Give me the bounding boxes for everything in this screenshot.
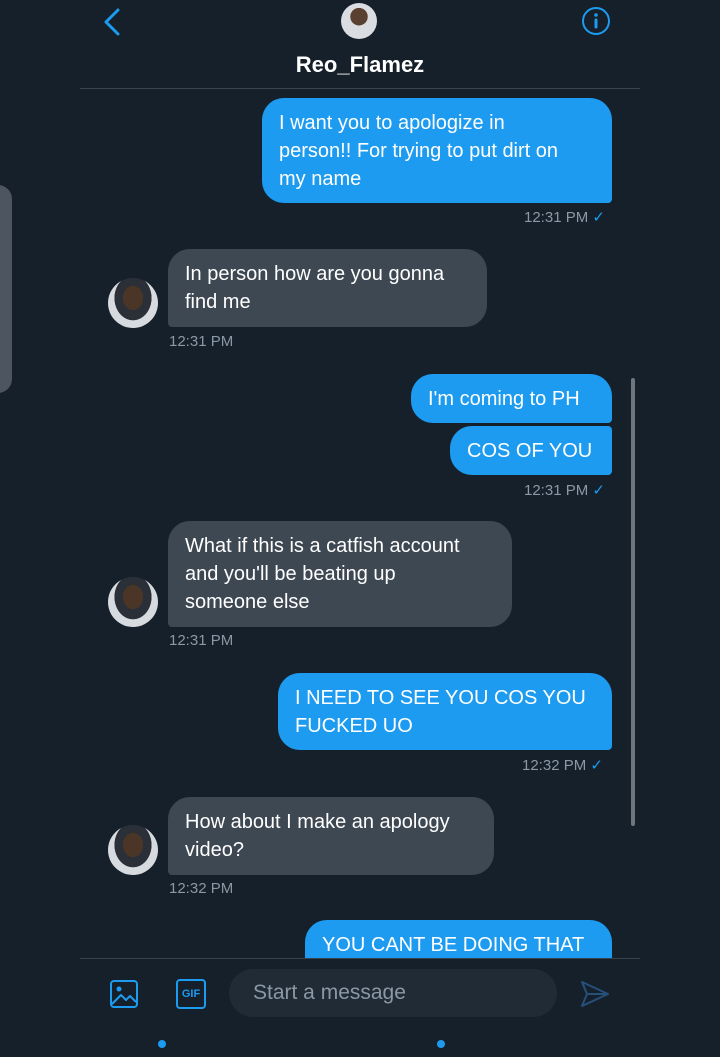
message-bubble-outgoing[interactable]: COS OF YOU bbox=[450, 426, 612, 475]
image-icon[interactable] bbox=[109, 979, 139, 1009]
composer-bar: GIF Start a message bbox=[0, 958, 720, 1057]
message-bubble-outgoing[interactable]: I want you to apologize in person!! For … bbox=[262, 98, 612, 203]
message-bubble-outgoing[interactable]: I'm coming to PH bbox=[411, 374, 612, 423]
tab-notification-dot bbox=[158, 1040, 166, 1048]
scrollbar[interactable] bbox=[631, 378, 635, 826]
message-input[interactable]: Start a message bbox=[229, 969, 557, 1017]
message-timestamp: 12:31 PM bbox=[169, 333, 234, 350]
read-check-icon: ✓ bbox=[590, 757, 603, 774]
gif-button[interactable]: GIF bbox=[176, 979, 206, 1009]
read-check-icon: ✓ bbox=[592, 482, 605, 499]
gif-label: GIF bbox=[181, 988, 201, 1000]
sender-avatar[interactable] bbox=[108, 577, 158, 627]
message-bubble-incoming[interactable]: What if this is a catfish account and yo… bbox=[168, 521, 512, 627]
read-check-icon: ✓ bbox=[592, 209, 605, 226]
send-icon[interactable] bbox=[579, 979, 611, 1009]
info-icon[interactable] bbox=[581, 6, 611, 36]
message-timestamp: 12:31 PM ✓ bbox=[524, 209, 605, 226]
contact-avatar[interactable] bbox=[341, 3, 377, 39]
message-timestamp: 12:31 PM bbox=[169, 632, 234, 649]
message-bubble-outgoing[interactable]: I NEED TO SEE YOU COS YOU FUCKED UO bbox=[278, 673, 612, 750]
message-bubble-incoming[interactable]: In person how are you gonna find me bbox=[168, 249, 487, 327]
message-timestamp: 12:32 PM bbox=[169, 880, 234, 897]
back-arrow-icon[interactable] bbox=[100, 6, 128, 38]
sender-avatar[interactable] bbox=[108, 825, 158, 875]
message-timestamp: 12:32 PM ✓ bbox=[522, 757, 603, 774]
message-bubble-incoming[interactable]: How about I make an apology video? bbox=[168, 797, 494, 875]
composer-divider bbox=[80, 958, 640, 959]
sender-avatar[interactable] bbox=[108, 278, 158, 328]
edge-handle[interactable] bbox=[0, 185, 12, 393]
contact-name[interactable]: Reo_Flamez bbox=[0, 52, 720, 78]
tab-notification-dot bbox=[437, 1040, 445, 1048]
message-timestamp: 12:31 PM ✓ bbox=[524, 482, 605, 499]
header-divider bbox=[80, 88, 640, 89]
conversation-header: Reo_Flamez bbox=[0, 0, 720, 88]
